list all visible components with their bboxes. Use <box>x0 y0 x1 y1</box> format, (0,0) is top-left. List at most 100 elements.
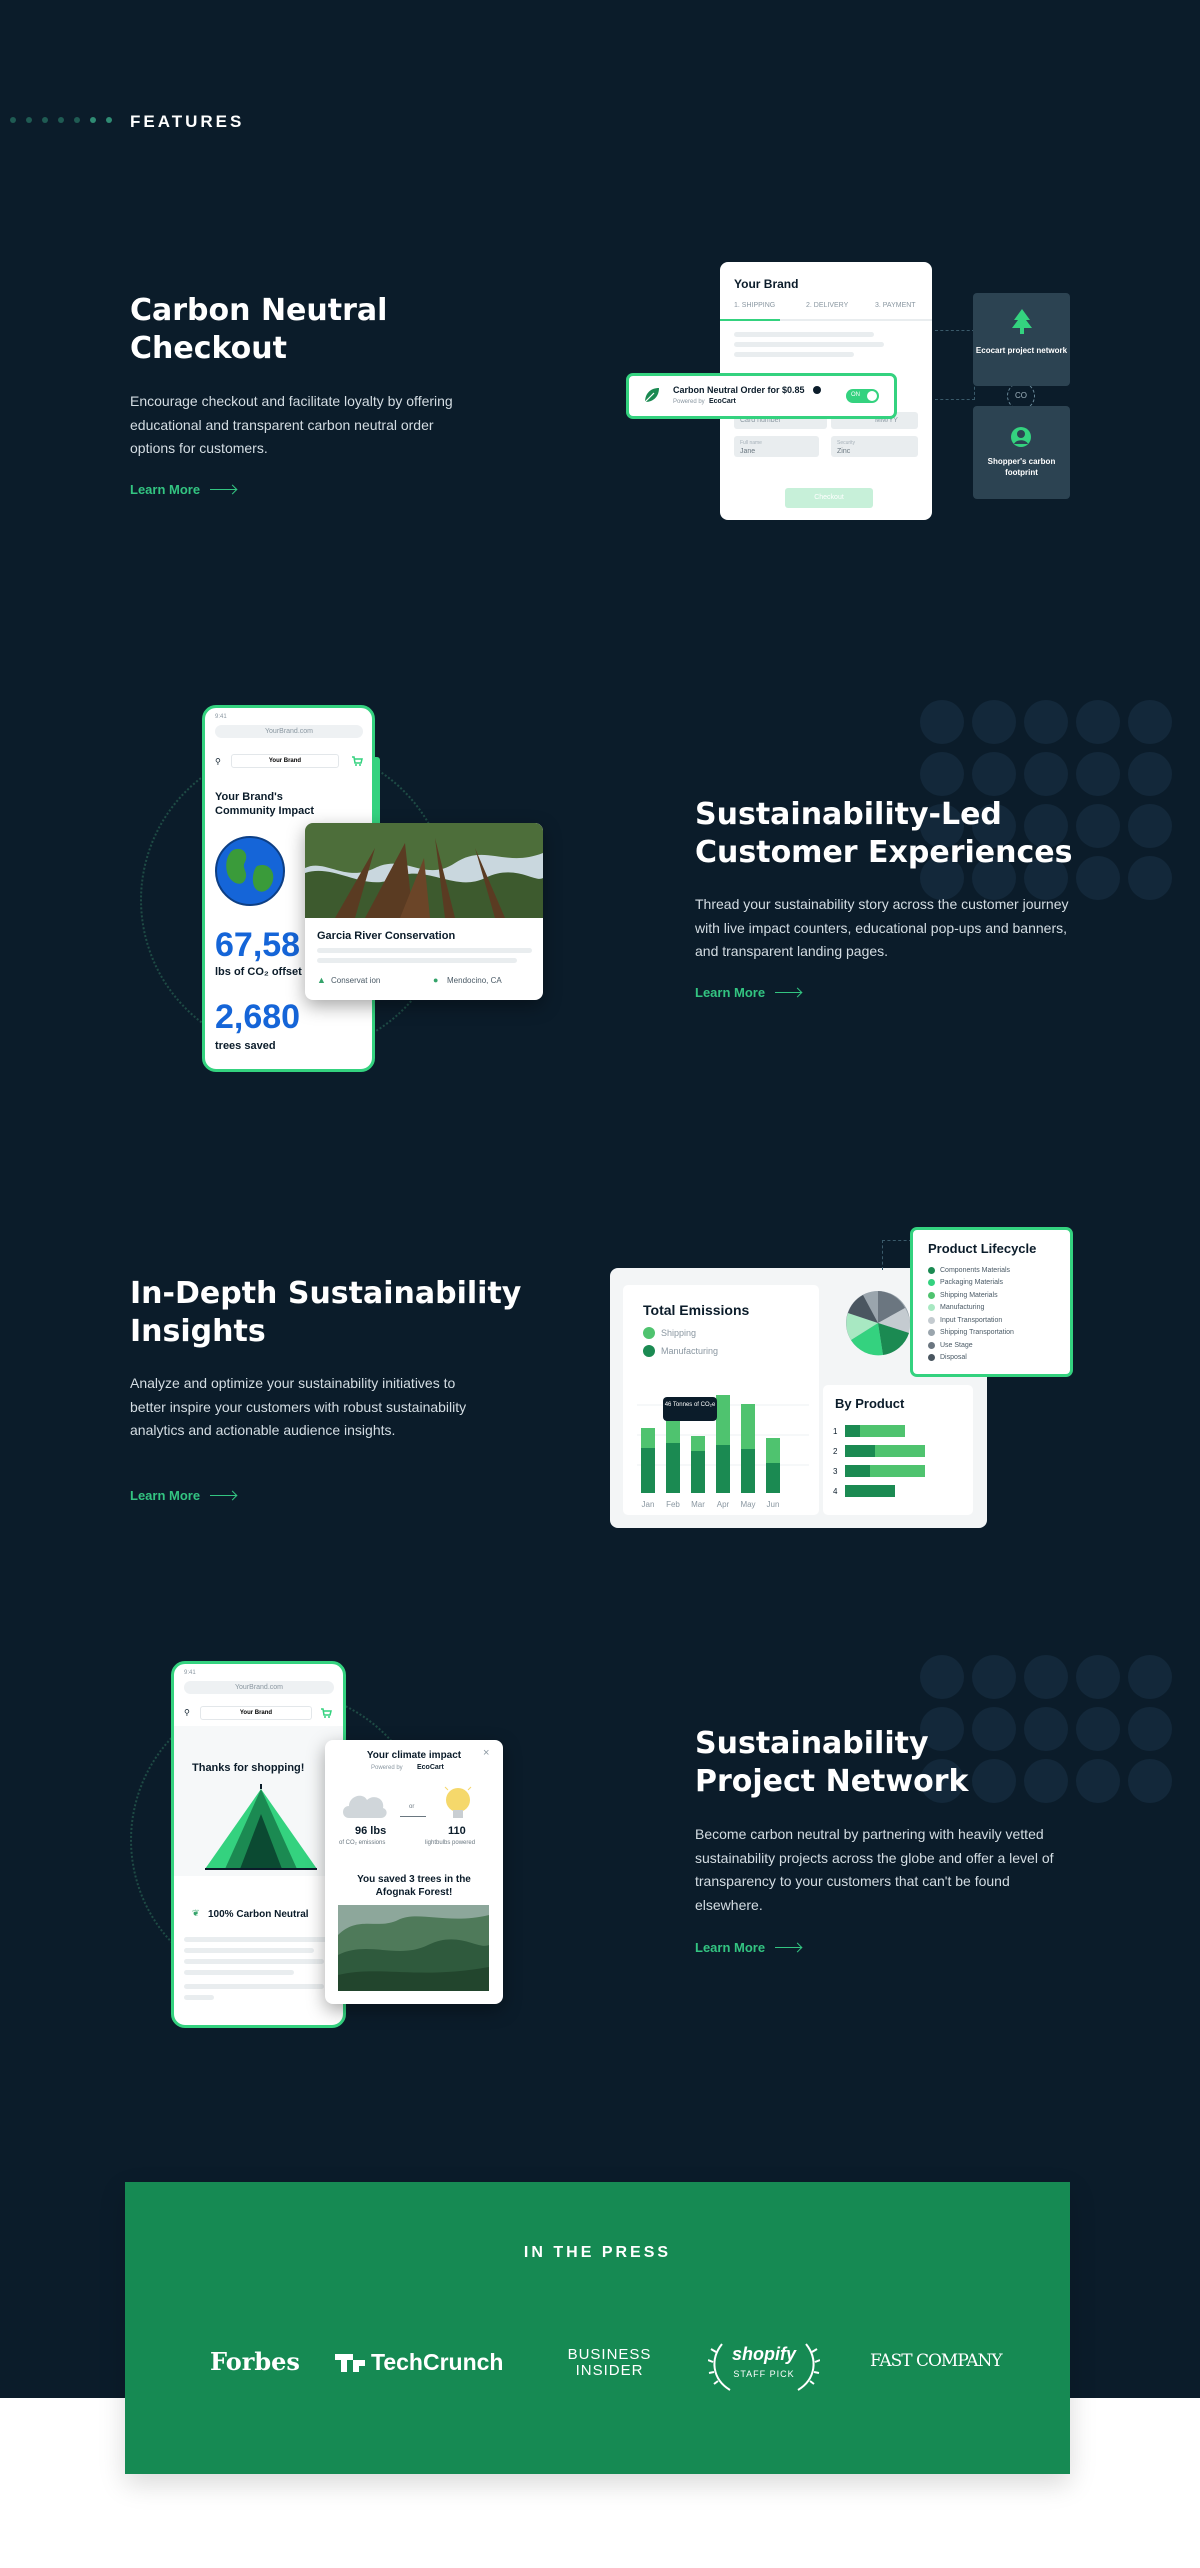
lifecycle-item: Packaging Materials <box>928 1277 1014 1290</box>
step-delivery: 2. DELIVERY <box>806 302 849 309</box>
lifecycle-item: Manufacturing <box>928 1302 1014 1315</box>
staff-pick-text: STAFF PICK <box>733 2369 795 2379</box>
product-label: 3 <box>833 1467 838 1476</box>
product-label: 2 <box>833 1447 838 1456</box>
cloud-icon <box>343 1795 387 1818</box>
lifecycle-item: Shipping Transportation <box>928 1327 1014 1340</box>
month-tick-label: Feb <box>666 1500 680 1509</box>
store-header: Your Brand <box>200 1706 312 1720</box>
security-field[interactable]: Zinc <box>837 448 850 455</box>
month-tick-label: May <box>740 1500 755 1509</box>
swap-arrows-icon <box>400 1816 426 1817</box>
product-bar-dark <box>845 1445 875 1457</box>
ecocart-logo: EcoCart <box>417 1764 444 1771</box>
url-bar[interactable]: YourBrand.com <box>184 1681 334 1694</box>
url-bar[interactable]: YourBrand.com <box>215 725 363 738</box>
checkout-button[interactable]: Checkout <box>785 488 873 508</box>
progress-indicator <box>720 319 780 321</box>
product-bar-dark <box>845 1465 870 1477</box>
project-card[interactable]: Garcia River Conservation ▲ Conservat io… <box>305 823 543 1000</box>
techcrunch-mark-icon <box>335 2353 365 2372</box>
product-lifecycle-card: Product Lifecycle Components Materials Pa… <box>910 1227 1073 1377</box>
month-tick-label: Apr <box>717 1500 730 1509</box>
user-icon <box>1011 427 1031 447</box>
forest-photo <box>305 823 543 918</box>
brand-name: Your Brand <box>734 277 799 291</box>
learn-more-label: Learn More <box>695 985 766 1000</box>
tree-icon <box>1012 309 1032 334</box>
info-icon[interactable] <box>813 386 821 394</box>
panel-title: By Product <box>835 1396 905 1411</box>
learn-more-link[interactable]: Learn More <box>695 985 802 1000</box>
close-icon[interactable]: × <box>483 1747 489 1759</box>
ecocart-logo: EcoCart <box>709 398 736 405</box>
arrow-right-icon <box>775 992 802 993</box>
offer-text: Carbon Neutral Order for $0.85 <box>673 385 805 395</box>
techcrunch-text: TechCrunch <box>371 2349 504 2375</box>
offer-toggle[interactable]: ON <box>846 389 879 403</box>
feature-title: In-Depth Sustainability Insights <box>130 1276 522 1349</box>
node-label: Shopper's carbon footprint <box>987 457 1056 477</box>
chart-tooltip: 46 Tonnes of CO₂e <box>663 1397 717 1421</box>
shopify-staff-pick-logo[interactable]: shopify STAFF PICK <box>708 2334 820 2394</box>
lifecycle-item: Components Materials <box>928 1264 1014 1277</box>
forbes-logo[interactable]: Forbes <box>210 2347 300 2376</box>
product-label: 1 <box>833 1427 838 1436</box>
total-emissions-panel: Total Emissions Shipping Manufacturing J… <box>623 1285 819 1515</box>
product-bar-light <box>860 1425 905 1437</box>
press-banner: IN THE PRESS Forbes TechCrunch BUSINESS … <box>125 2182 1070 2474</box>
emissions-bar-manufacturing <box>666 1443 680 1493</box>
popup-title: Your climate impact <box>366 1750 462 1761</box>
cart-icon[interactable] <box>351 756 363 766</box>
emissions-bar-chart: Jan Feb Mar Apr May Jun <box>637 1395 809 1509</box>
emissions-bar-shipping <box>741 1404 755 1449</box>
feature-title: Sustainability Project Network <box>695 1726 969 1799</box>
project-title: Garcia River Conservation <box>317 930 456 942</box>
forest-photo <box>338 1905 489 1991</box>
panel-title: Total Emissions <box>643 1302 750 1318</box>
business-insider-logo[interactable]: BUSINESS INSIDER <box>562 2347 657 2379</box>
bulbs-label: lightbulbs powered <box>425 1840 476 1846</box>
techcrunch-logo[interactable]: TechCrunch <box>335 2349 503 2376</box>
climate-impact-popup: Your climate impact × Powered by EcoCart… <box>325 1740 503 2004</box>
search-icon[interactable]: ⚲ <box>184 1708 190 1717</box>
carbon-neutral-offer[interactable]: Carbon Neutral Order for $0.85 Powered b… <box>626 373 897 419</box>
feature-description: Become carbon neutral by partnering with… <box>695 1826 1054 1913</box>
step-payment: 3. PAYMENT <box>875 302 916 309</box>
impact-heading: Your Brand's Community Impact <box>215 791 315 817</box>
name-field[interactable]: Jane <box>740 448 755 455</box>
emissions-bar-shipping <box>666 1418 680 1443</box>
learn-more-link[interactable]: Learn More <box>130 1488 237 1503</box>
trees-saved-text: You saved 3 trees in the Afognak Forest! <box>357 1874 471 1898</box>
status-time: 9:41 <box>215 714 227 720</box>
feature-description: Encourage checkout and facilitate loyalt… <box>130 393 453 456</box>
arrow-right-icon <box>210 1495 237 1496</box>
leaf-icon: ❦ <box>192 1908 200 1918</box>
section-eyebrow: FEATURES <box>130 112 245 131</box>
neutral-badge: 100% Carbon Neutral <box>208 1909 309 1920</box>
emissions-bar-manufacturing <box>741 1449 755 1493</box>
lifecycle-item: Input Transportation <box>928 1314 1014 1327</box>
learn-more-link[interactable]: Learn More <box>695 1940 802 1955</box>
product-bar-light <box>870 1465 925 1477</box>
search-icon[interactable]: ⚲ <box>215 757 221 766</box>
month-tick-label: Jan <box>642 1500 655 1509</box>
globe-icon <box>215 836 285 906</box>
learn-more-label: Learn More <box>130 1488 201 1503</box>
powered-by: Powered by <box>673 399 705 405</box>
product-label: 4 <box>833 1487 838 1496</box>
thanks-text: Thanks for shopping! <box>192 1762 305 1774</box>
fast-company-logo[interactable]: FAST COMPANY <box>870 2351 1003 2371</box>
emissions-bar-shipping <box>691 1436 705 1451</box>
shopify-text: shopify <box>731 2344 796 2364</box>
arrow-right-icon <box>775 1947 802 1948</box>
product-bar-dark <box>845 1485 895 1497</box>
panel-title: Product Lifecycle <box>928 1241 1037 1256</box>
legend-shipping: Shipping <box>661 1328 697 1338</box>
project-network-node: Ecocart project network <box>973 293 1070 386</box>
cart-icon[interactable] <box>320 1708 332 1718</box>
product-bar-light <box>875 1445 925 1457</box>
toggle-label: ON <box>851 392 860 398</box>
learn-more-link[interactable]: Learn More <box>130 482 237 497</box>
eyebrow-dots <box>10 117 112 123</box>
